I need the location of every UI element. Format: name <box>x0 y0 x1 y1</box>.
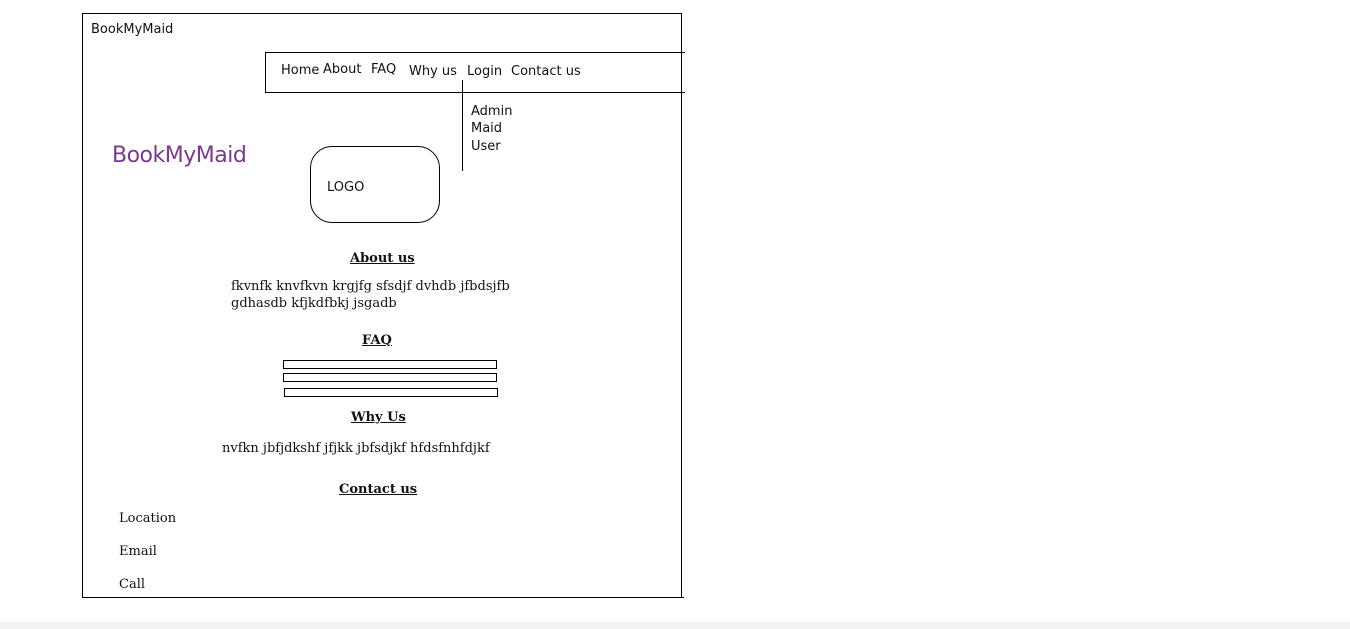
nav-home[interactable]: Home <box>281 63 319 78</box>
logo-label: LOGO <box>327 180 365 195</box>
contact-location: Location <box>119 511 177 526</box>
about-text-line2: gdhasdb kfjkdfbkj jsgadb <box>231 296 397 311</box>
faq-item[interactable] <box>283 360 497 369</box>
nav-about[interactable]: About <box>323 62 361 77</box>
nav-faq[interactable]: FAQ <box>371 62 396 77</box>
logo-placeholder: LOGO <box>310 146 440 223</box>
faq-item[interactable] <box>284 388 498 397</box>
login-menu-maid[interactable]: Maid <box>471 121 502 136</box>
login-menu-admin[interactable]: Admin <box>471 104 512 119</box>
about-heading: About us <box>350 251 415 266</box>
why-us-text: nvfkn jbfjdkshf jfjkk jbfsdjkf hfdsfnhfd… <box>222 441 490 456</box>
nav-login[interactable]: Login <box>467 64 502 79</box>
nav-why-us[interactable]: Why us <box>409 64 457 79</box>
login-menu-user[interactable]: User <box>471 139 501 154</box>
nav-contact-us[interactable]: Contact us <box>511 64 581 79</box>
why-us-heading: Why Us <box>351 410 406 425</box>
faq-heading: FAQ <box>362 333 392 348</box>
bottom-shade <box>0 622 1350 629</box>
site-title: BookMyMaid <box>91 22 174 37</box>
frame-bottom-divider <box>82 597 684 598</box>
contact-call: Call <box>119 577 146 592</box>
brand-name: BookMyMaid <box>112 143 247 168</box>
login-dropdown-divider <box>462 80 463 171</box>
contact-email: Email <box>119 544 157 559</box>
faq-item[interactable] <box>283 373 497 382</box>
contact-heading: Contact us <box>339 482 418 497</box>
about-text-line1: fkvnfk knvfkvn krgjfg sfsdjf dvhdb jfbds… <box>231 279 510 294</box>
